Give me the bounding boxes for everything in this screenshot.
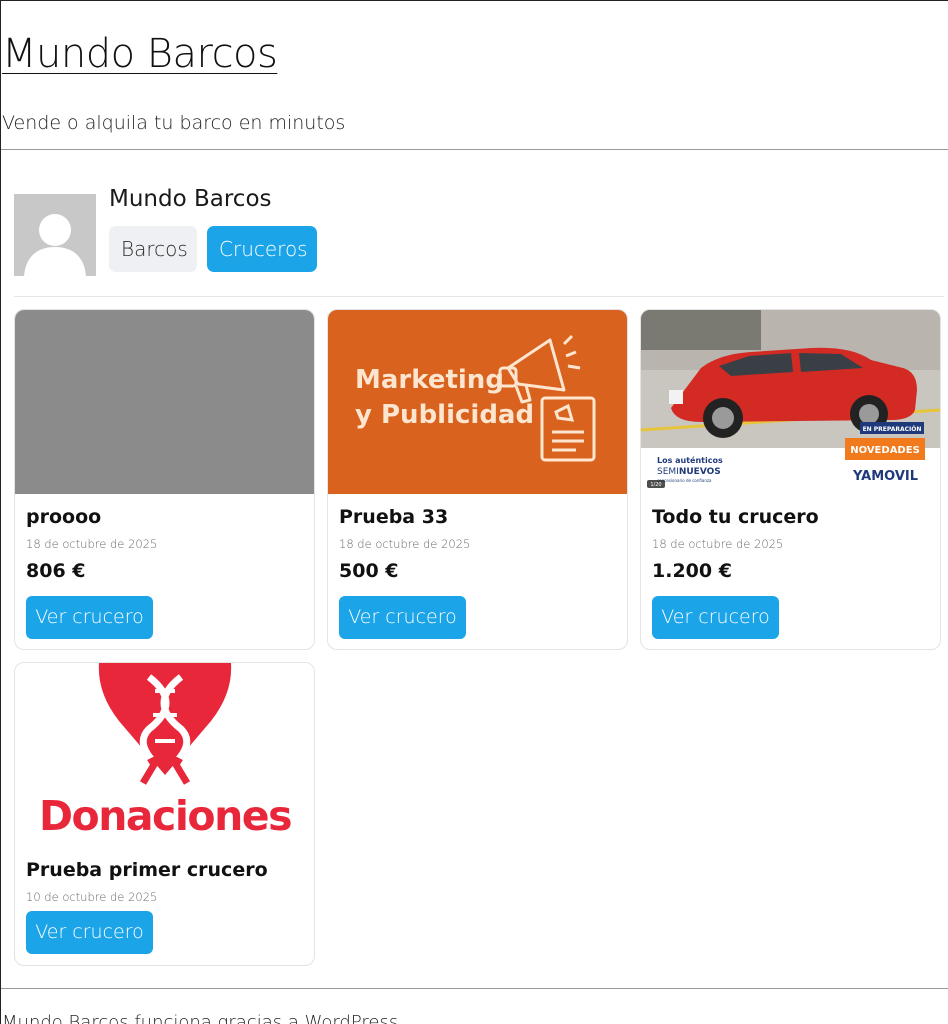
ad-novedades-text: NOVEDADES (850, 445, 920, 456)
heart-dna-icon (98, 663, 232, 785)
site-title-link[interactable]: Mundo Barcos (2, 31, 278, 77)
gallery-counter: 1/20 (650, 482, 661, 488)
cruise-card: EN PREPARACIÓN NOVEDADES Los auténticos … (640, 309, 941, 650)
cruise-card: Marketing y Publicidad Prueba 33 18 de o… (327, 309, 628, 650)
site-header: Mundo Barcos Vende o alquila tu barco en… (1, 1, 948, 150)
cruise-card: proooo 18 de octubre de 2025 806 € Ver c… (14, 309, 315, 650)
document-megaphone-icon (540, 396, 596, 462)
site-tagline: Vende o alquila tu barco en minutos (2, 112, 346, 134)
marketing-line-2: y Publicidad (355, 400, 534, 430)
avatar (14, 194, 96, 276)
card-price: 500 € (339, 560, 399, 582)
card-date: 18 de octubre de 2025 (339, 537, 471, 551)
donaciones-wordmark: Donaciones (39, 792, 291, 840)
ad-line-2: SEMINUEVOS (657, 467, 721, 477)
card-date: 18 de octubre de 2025 (652, 537, 784, 551)
filter-barcos-button[interactable]: Barcos (109, 226, 197, 272)
card-image-marketing[interactable]: Marketing y Publicidad (328, 310, 627, 494)
card-title[interactable]: Prueba 33 (339, 506, 448, 528)
card-date: 18 de octubre de 2025 (26, 537, 158, 551)
marketing-line-1: Marketing (355, 365, 504, 395)
card-date: 10 de octubre de 2025 (26, 890, 158, 904)
profile-section: Mundo Barcos Barcos Cruceros (14, 186, 944, 297)
filter-cruceros-button[interactable]: Cruceros (207, 226, 317, 272)
yamovil-logo: YAMOVIL (852, 469, 918, 484)
card-title[interactable]: Todo tu crucero (652, 506, 819, 528)
footer-credit: Mundo Barcos funciona gracias a WordPres… (2, 1012, 399, 1024)
card-price: 806 € (26, 560, 86, 582)
site-footer: Mundo Barcos funciona gracias a WordPres… (1, 988, 948, 1024)
ad-line-1: Los auténticos (657, 455, 723, 465)
card-image-car[interactable]: EN PREPARACIÓN NOVEDADES Los auténticos … (641, 310, 940, 494)
card-title[interactable]: proooo (26, 506, 101, 528)
megaphone-icon (498, 334, 581, 404)
card-price: 1.200 € (652, 560, 732, 582)
ver-crucero-button[interactable]: Ver crucero (26, 911, 153, 954)
user-silhouette-icon (14, 194, 96, 276)
cruise-card: Donaciones Prueba primer crucero 10 de o… (14, 662, 315, 966)
card-title[interactable]: Prueba primer crucero (26, 859, 268, 881)
card-image-donaciones[interactable]: Donaciones (15, 663, 314, 847)
ver-crucero-button[interactable]: Ver crucero (652, 596, 779, 639)
ad-badge-text: EN PREPARACIÓN (863, 426, 922, 433)
ad-line-3: concesionario de confianza (657, 478, 712, 483)
profile-name: Mundo Barcos (109, 186, 272, 212)
ver-crucero-button[interactable]: Ver crucero (26, 596, 153, 639)
card-image-placeholder[interactable] (15, 310, 314, 494)
ver-crucero-button[interactable]: Ver crucero (339, 596, 466, 639)
